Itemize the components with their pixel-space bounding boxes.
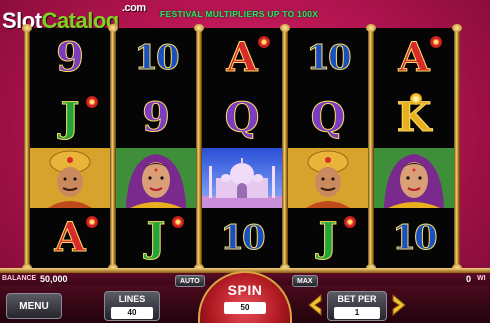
bet-per-value: 1	[334, 307, 380, 319]
increase-bet-arrow-icon[interactable]	[391, 293, 407, 317]
maharaja-symbol-icon	[288, 148, 368, 208]
card-symbol-ace: A	[54, 214, 86, 261]
card-symbol-nine: 9	[56, 34, 85, 81]
flower-ornament-icon	[258, 36, 270, 48]
reel-cell: A	[30, 208, 110, 268]
reel-4: 10 Q J	[288, 28, 368, 268]
lines-label: LINES	[118, 294, 146, 304]
logo-dotcom: .com	[122, 2, 146, 14]
spin-label: SPIN	[227, 282, 263, 298]
reel-cell: J	[288, 208, 368, 268]
card-symbol-ace: A	[226, 34, 258, 81]
card-symbol-ace: A	[398, 34, 430, 81]
reel-cell	[374, 148, 454, 208]
card-symbol-nine: 9	[142, 94, 171, 141]
reel-cell: A	[202, 28, 282, 88]
reel-cell: 10	[374, 208, 454, 268]
reel-area: 9 J A 10 9 J A Q 10 10 Q J A K 10	[22, 24, 466, 272]
menu-button[interactable]: MENU	[6, 293, 62, 319]
maharaja-symbol-icon	[30, 148, 110, 208]
princess-symbol-icon	[374, 148, 454, 208]
reel-1: 9 J A	[30, 28, 110, 268]
bet-per-line-selector[interactable]: BET PER 1	[327, 291, 387, 321]
card-symbol-jack: J	[146, 214, 166, 261]
flower-ornament-icon	[86, 96, 98, 108]
reel-cell	[30, 148, 110, 208]
card-symbol-ten: 10	[392, 218, 438, 258]
card-symbol-queen: Q	[224, 94, 260, 141]
reel-2: 10 9 J	[116, 28, 196, 268]
card-symbol-ten: 10	[134, 38, 180, 78]
reel-cell: Q	[288, 88, 368, 148]
total-bet-value: 50	[224, 302, 266, 314]
card-symbol-queen: Q	[310, 94, 346, 141]
win-value: 0	[466, 274, 472, 284]
card-symbol-jack: J	[60, 94, 80, 141]
card-symbol-ten: 10	[306, 38, 352, 78]
balance-label: BALANCE	[2, 275, 37, 282]
reel-cell: J	[30, 88, 110, 148]
flower-ornament-icon	[344, 216, 356, 228]
bet-per-label: BET PER	[337, 294, 377, 304]
reel-cell	[116, 148, 196, 208]
balance-value: 50,000	[40, 274, 68, 284]
reel-cell: 10	[288, 28, 368, 88]
reel-cell: 10	[116, 28, 196, 88]
reel-divider-post	[452, 24, 462, 272]
reel-cell: Q	[202, 88, 282, 148]
win-label: WI	[477, 275, 486, 282]
reel-cell: 9	[116, 88, 196, 148]
reel-cell	[202, 148, 282, 208]
control-panel: MENU LINES 40 AUTO MAX SPIN 50 BET PER 1	[0, 271, 490, 323]
top-bar: SlotCatalog .com FESTIVAL MULTIPLIERS UP…	[0, 0, 490, 33]
decrease-bet-arrow-icon[interactable]	[307, 293, 323, 317]
reel-5: A K 10	[374, 28, 454, 268]
reel-3: A Q 10	[202, 28, 282, 268]
flower-ornament-icon	[410, 93, 422, 105]
max-bet-button[interactable]: MAX	[292, 275, 318, 287]
festival-banner: FESTIVAL MULTIPLIERS UP TO 100X	[160, 9, 319, 19]
flower-ornament-icon	[172, 216, 184, 228]
lines-selector[interactable]: LINES 40	[104, 291, 160, 321]
card-symbol-jack: J	[318, 214, 338, 261]
reel-cell: A	[374, 28, 454, 88]
reel-cell	[288, 148, 368, 208]
flower-ornament-icon	[430, 36, 442, 48]
taj-mahal-symbol-icon	[202, 148, 282, 208]
princess-symbol-icon	[116, 148, 196, 208]
reel-cell: 9	[30, 28, 110, 88]
card-symbol-ten: 10	[220, 218, 266, 258]
reel-cell: 10	[202, 208, 282, 268]
lines-value: 40	[111, 307, 153, 319]
flower-ornament-icon	[86, 216, 98, 228]
reel-cell: J	[116, 208, 196, 268]
reel-cell: K	[374, 88, 454, 148]
